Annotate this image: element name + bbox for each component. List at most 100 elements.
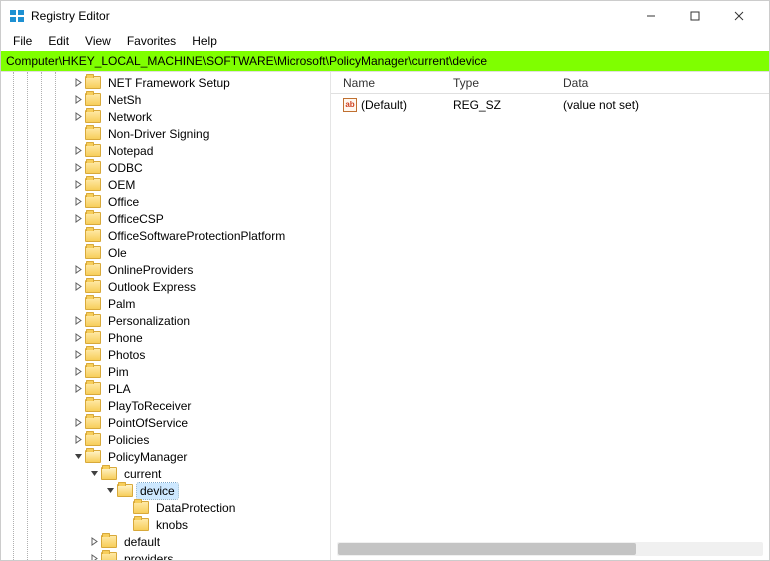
chevron-right-icon[interactable]: [71, 348, 85, 362]
folder-icon: [85, 399, 101, 412]
chevron-right-icon[interactable]: [71, 161, 85, 175]
folder-icon: [85, 416, 101, 429]
tree-item-label: Phone: [105, 330, 146, 346]
close-button[interactable]: [717, 1, 761, 31]
tree-item[interactable]: DataProtection: [1, 499, 330, 516]
chevron-right-icon[interactable]: [71, 76, 85, 90]
folder-icon: [101, 535, 117, 548]
scrollbar-thumb[interactable]: [338, 543, 636, 555]
col-header-data[interactable]: Data: [557, 73, 769, 93]
folder-icon: [85, 297, 101, 310]
chevron-right-icon[interactable]: [71, 382, 85, 396]
chevron-right-icon[interactable]: [71, 178, 85, 192]
tree-item[interactable]: Non-Driver Signing: [1, 125, 330, 142]
tree-item[interactable]: Phone: [1, 329, 330, 346]
tree-item-label: PlayToReceiver: [105, 398, 194, 414]
tree-item-label: OEM: [105, 177, 138, 193]
chevron-right-icon[interactable]: [71, 93, 85, 107]
tree-item-label: Personalization: [105, 313, 193, 329]
tree-item[interactable]: PolicyManager: [1, 448, 330, 465]
title-bar: Registry Editor: [1, 1, 769, 31]
chevron-right-icon[interactable]: [87, 552, 101, 561]
chevron-right-icon[interactable]: [71, 416, 85, 430]
tree-item-label: OfficeCSP: [105, 211, 167, 227]
tree-item-label: device: [137, 483, 178, 499]
tree-item[interactable]: OfficeCSP: [1, 210, 330, 227]
chevron-down-icon[interactable]: [87, 467, 101, 481]
tree-item[interactable]: ODBC: [1, 159, 330, 176]
folder-icon: [85, 450, 101, 463]
tree-item[interactable]: PlayToReceiver: [1, 397, 330, 414]
list-body: (Default)REG_SZ(value not set): [331, 94, 769, 114]
chevron-down-icon[interactable]: [103, 484, 117, 498]
folder-icon: [85, 348, 101, 361]
chevron-right-icon[interactable]: [71, 110, 85, 124]
tree-item[interactable]: providers: [1, 550, 330, 560]
col-header-name[interactable]: Name: [337, 73, 447, 93]
tree-item[interactable]: Palm: [1, 295, 330, 312]
tree-item[interactable]: Pim: [1, 363, 330, 380]
list-row[interactable]: (Default)REG_SZ(value not set): [331, 96, 769, 114]
chevron-right-icon[interactable]: [87, 535, 101, 549]
tree-item[interactable]: OfficeSoftwareProtectionPlatform: [1, 227, 330, 244]
tree-item[interactable]: Notepad: [1, 142, 330, 159]
tree-item[interactable]: Outlook Express: [1, 278, 330, 295]
chevron-right-icon[interactable]: [71, 195, 85, 209]
folder-icon: [85, 212, 101, 225]
tree-item[interactable]: Photos: [1, 346, 330, 363]
tree-item[interactable]: default: [1, 533, 330, 550]
folder-icon: [85, 195, 101, 208]
menu-file[interactable]: File: [5, 32, 40, 50]
tree-item[interactable]: NET Framework Setup: [1, 74, 330, 91]
tree-pane[interactable]: NET Framework SetupNetShNetworkNon-Drive…: [1, 72, 331, 560]
folder-icon: [133, 501, 149, 514]
tree-item-label: Pim: [105, 364, 132, 380]
tree-item[interactable]: current: [1, 465, 330, 482]
value-data-cell: (value not set): [557, 98, 769, 112]
tree-item[interactable]: NetSh: [1, 91, 330, 108]
chevron-right-icon[interactable]: [71, 365, 85, 379]
chevron-right-icon[interactable]: [71, 331, 85, 345]
minimize-button[interactable]: [629, 1, 673, 31]
col-header-type[interactable]: Type: [447, 73, 557, 93]
tree-item[interactable]: Ole: [1, 244, 330, 261]
tree-item-label: Notepad: [105, 143, 156, 159]
tree-item[interactable]: Policies: [1, 431, 330, 448]
folder-icon: [85, 331, 101, 344]
tree-item[interactable]: OEM: [1, 176, 330, 193]
folder-icon: [85, 161, 101, 174]
chevron-down-icon[interactable]: [71, 450, 85, 464]
menu-favorites[interactable]: Favorites: [119, 32, 184, 50]
tree-item[interactable]: PLA: [1, 380, 330, 397]
list-horizontal-scrollbar[interactable]: [337, 542, 763, 556]
list-pane[interactable]: Name Type Data (Default)REG_SZ(value not…: [331, 72, 769, 560]
folder-icon: [85, 365, 101, 378]
app-icon: [9, 8, 25, 24]
window-title: Registry Editor: [31, 9, 110, 23]
chevron-right-icon[interactable]: [71, 314, 85, 328]
tree-item-label: OnlineProviders: [105, 262, 196, 278]
tree-item[interactable]: PointOfService: [1, 414, 330, 431]
chevron-right-icon[interactable]: [71, 263, 85, 277]
folder-icon: [101, 467, 117, 480]
menu-edit[interactable]: Edit: [40, 32, 77, 50]
folder-icon: [101, 552, 117, 560]
tree-item[interactable]: OnlineProviders: [1, 261, 330, 278]
folder-icon: [85, 314, 101, 327]
chevron-right-icon[interactable]: [71, 144, 85, 158]
menu-help[interactable]: Help: [184, 32, 225, 50]
chevron-right-icon[interactable]: [71, 280, 85, 294]
value-name-cell: (Default): [337, 98, 447, 112]
tree-item[interactable]: Office: [1, 193, 330, 210]
tree-item[interactable]: Network: [1, 108, 330, 125]
tree-item[interactable]: knobs: [1, 516, 330, 533]
maximize-button[interactable]: [673, 1, 717, 31]
tree-item-label: current: [121, 466, 164, 482]
chevron-right-icon[interactable]: [71, 212, 85, 226]
address-input[interactable]: [6, 54, 764, 68]
chevron-right-icon[interactable]: [71, 433, 85, 447]
tree-item-label: default: [121, 534, 163, 550]
tree-item[interactable]: Personalization: [1, 312, 330, 329]
tree-item[interactable]: device: [1, 482, 330, 499]
menu-view[interactable]: View: [77, 32, 119, 50]
